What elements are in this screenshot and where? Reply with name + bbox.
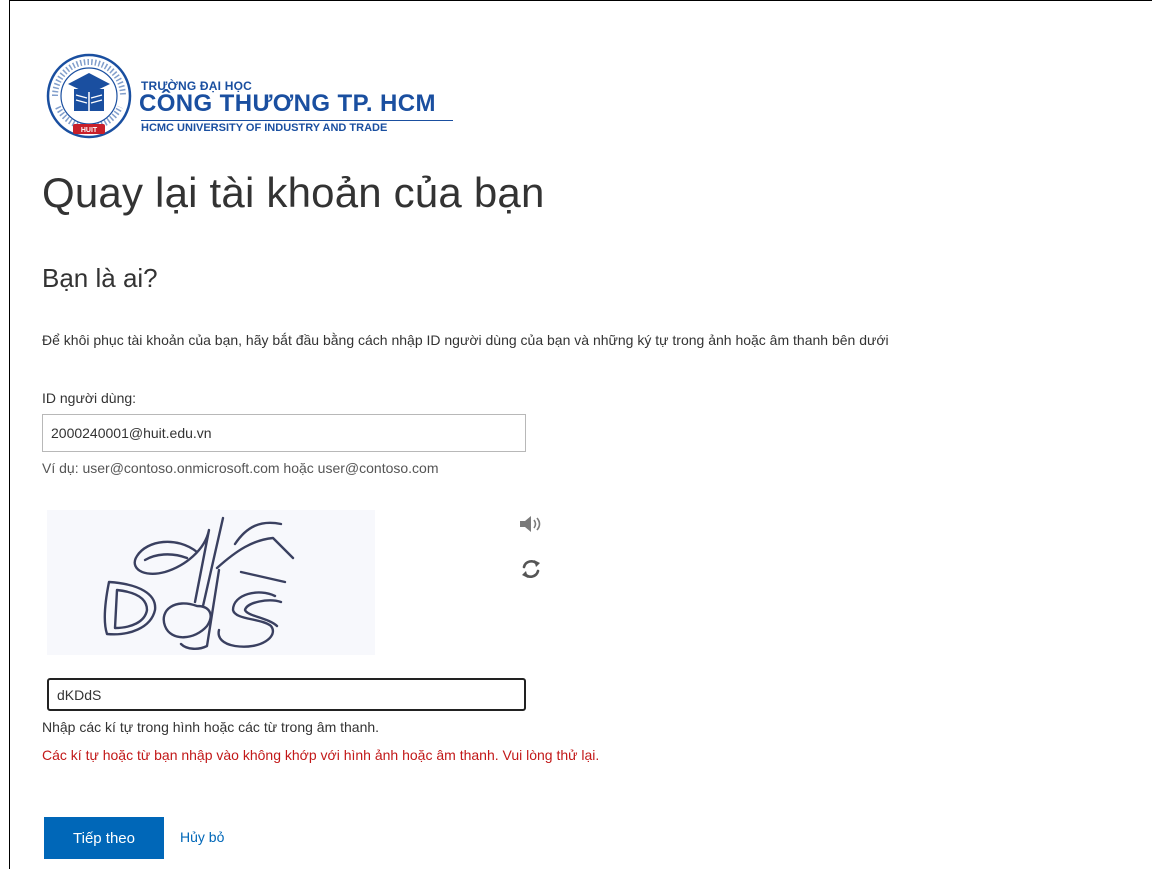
- user-id-input[interactable]: [42, 414, 526, 452]
- svg-text:HUIT: HUIT: [81, 127, 98, 134]
- user-id-label: ID người dùng:: [42, 390, 137, 406]
- speaker-icon[interactable]: [518, 513, 544, 535]
- next-button[interactable]: Tiếp theo: [44, 817, 164, 859]
- captcha-hint: Nhập các kí tự trong hình hoặc các từ tr…: [42, 719, 380, 735]
- university-logo: HUIT TRƯỜNG ĐẠI HỌC CÔNG THƯƠNG TP. HCM …: [46, 53, 506, 143]
- captcha-input[interactable]: [47, 678, 526, 711]
- page-subtitle: Bạn là ai?: [42, 263, 158, 293]
- logo-text-line3: HCMC UNIVERSITY OF INDUSTRY AND TRADE: [141, 122, 388, 134]
- logo-divider: [141, 120, 453, 121]
- cancel-link[interactable]: Hủy bỏ: [180, 829, 224, 845]
- captcha-error-message: Các kí tự hoặc từ bạn nhập vào không khớ…: [42, 747, 600, 763]
- captcha-image: [47, 510, 375, 655]
- logo-text-line2: CÔNG THƯƠNG TP. HCM: [139, 90, 436, 117]
- page-frame: HUIT TRƯỜNG ĐẠI HỌC CÔNG THƯƠNG TP. HCM …: [9, 0, 1152, 869]
- user-id-example: Ví dụ: user@contoso.onmicrosoft.com hoặc…: [42, 460, 439, 476]
- university-emblem-icon: HUIT: [46, 53, 132, 139]
- refresh-icon[interactable]: [519, 557, 543, 581]
- page-title: Quay lại tài khoản của bạn: [42, 169, 545, 216]
- instructions-text: Để khôi phục tài khoản của bạn, hãy bắt …: [42, 332, 889, 348]
